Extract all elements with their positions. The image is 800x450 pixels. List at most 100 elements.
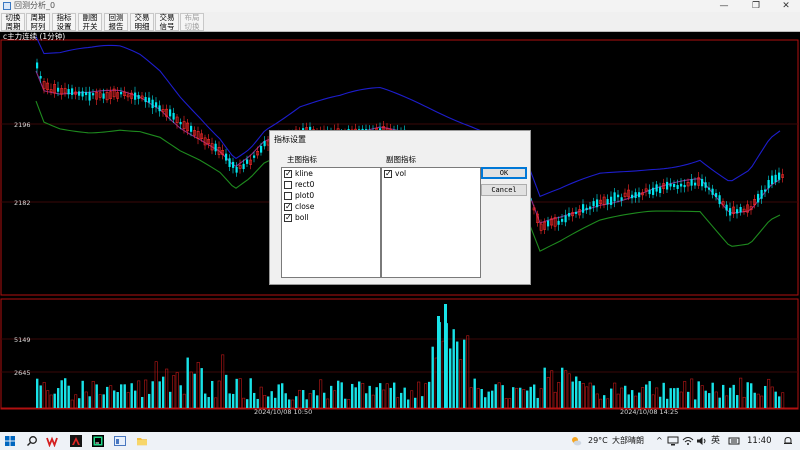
volume-bar	[141, 396, 144, 408]
volume-bar	[284, 393, 287, 408]
weather-desc[interactable]: 大部晴朗	[612, 432, 644, 450]
candle-body	[232, 161, 235, 168]
volume-bar	[424, 383, 428, 409]
candle-body	[666, 181, 669, 190]
backtest-app-icon[interactable]	[114, 435, 126, 447]
ime-indicator[interactable]: 英	[711, 432, 720, 450]
volume-bar	[211, 380, 214, 408]
candle-body	[561, 218, 564, 222]
volume-bar	[74, 394, 78, 409]
sub-indicator-list[interactable]: ✓ vol	[381, 167, 481, 278]
maximize-button[interactable]: ❐	[741, 0, 771, 12]
indicator-item-rect0[interactable]: rect0	[282, 179, 380, 190]
volume-bar	[742, 396, 746, 409]
volume-bar	[67, 385, 70, 408]
candle-body	[57, 87, 60, 92]
volume-bar	[193, 373, 196, 408]
indicator-item-boll[interactable]: ✓ boll	[282, 212, 380, 223]
minimize-button[interactable]: —	[709, 0, 739, 12]
volume-bar	[708, 393, 711, 408]
pycharm-icon[interactable]	[92, 435, 104, 447]
checkbox-rect0[interactable]	[284, 181, 292, 189]
candle-body	[690, 179, 693, 186]
app-a-icon[interactable]	[70, 435, 82, 447]
volume-bar	[592, 385, 595, 408]
notification-bell-icon[interactable]	[782, 435, 794, 447]
volume-bar	[120, 384, 123, 408]
switch-period-button[interactable]: 切换 周期	[1, 13, 25, 31]
volume-bar	[557, 382, 561, 409]
weather-icon[interactable]	[570, 435, 582, 447]
volume-bar	[561, 367, 564, 408]
volume-bars	[36, 304, 785, 409]
candle-body	[739, 207, 742, 213]
search-icon[interactable]	[26, 435, 38, 447]
indicator-item-close[interactable]: ✓ close	[282, 201, 380, 212]
network-icon[interactable]	[667, 435, 679, 447]
volume-bar	[634, 395, 638, 409]
sub-chart-toggle-button[interactable]: 副图 开关	[78, 13, 102, 31]
volume-bar	[298, 389, 302, 409]
volume-bar	[403, 387, 406, 408]
checkbox-plot0[interactable]	[284, 192, 292, 200]
item-label: kline	[295, 169, 313, 178]
volume-bar	[130, 383, 133, 408]
candle-body	[582, 204, 585, 213]
ok-button[interactable]: OK	[481, 167, 527, 179]
checkbox-vol[interactable]: ✓	[384, 170, 392, 178]
main-indicator-list[interactable]: ✓ kline rect0 plot0 ✓ close ✓ boll	[281, 167, 381, 278]
volume-bar	[480, 389, 483, 408]
indicator-item-vol[interactable]: ✓ vol	[382, 168, 480, 179]
backtest-report-button[interactable]: 回测 报告	[104, 13, 128, 31]
indicator-item-plot0[interactable]: plot0	[282, 190, 380, 201]
candle-body	[575, 211, 578, 214]
volume-bar	[512, 387, 515, 408]
button-line: 信号	[159, 21, 175, 31]
trade-detail-button[interactable]: 交易 明细	[130, 13, 154, 31]
layout-switch-button[interactable]: 布局 切换	[180, 13, 204, 31]
chevron-up-icon[interactable]: ^	[656, 432, 663, 450]
weather-temp[interactable]: 29°C	[588, 432, 608, 450]
volume-bar	[84, 391, 88, 409]
speaker-icon[interactable]	[696, 435, 708, 447]
volume-bar	[606, 398, 610, 409]
wps-icon[interactable]	[46, 435, 58, 448]
candle-body	[190, 125, 193, 132]
volume-bar	[154, 361, 158, 409]
checkbox-close[interactable]: ✓	[284, 203, 292, 211]
volume-bar	[361, 382, 365, 409]
item-label: plot0	[295, 191, 315, 200]
checkbox-kline[interactable]: ✓	[284, 170, 292, 178]
time-axis-label: 2024/10/08 10:50	[254, 408, 312, 416]
candle-body	[158, 105, 161, 112]
volume-bar	[714, 391, 718, 409]
cancel-button[interactable]: Cancel	[481, 184, 527, 196]
windows-icon[interactable]	[4, 435, 16, 447]
volume-bar	[88, 396, 91, 408]
checkbox-boll[interactable]: ✓	[284, 214, 292, 222]
screen: 回测分析_0 — ❐ ✕ 切换 周期 周期 阿列 指标 设置 副图 开关 回测 报告 交易…	[0, 0, 800, 450]
volume-bar	[274, 397, 277, 408]
vol-tick-label: 5149	[14, 336, 31, 344]
candle-body	[246, 159, 249, 164]
file-explorer-icon[interactable]	[136, 435, 148, 447]
wifi-icon[interactable]	[682, 435, 694, 447]
indicator-item-kline[interactable]: ✓ kline	[282, 168, 380, 179]
clock[interactable]: 11:40	[747, 432, 772, 450]
item-label: rect0	[295, 180, 315, 189]
volume-bar	[687, 391, 690, 408]
close-button[interactable]: ✕	[771, 0, 800, 12]
volume-bar	[319, 379, 323, 409]
candle-body	[214, 143, 217, 152]
volume-bar	[526, 390, 529, 408]
button-line: 开关	[82, 21, 98, 31]
button-line: 切换	[184, 21, 200, 31]
volume-bar	[238, 378, 242, 409]
indicator-settings-button[interactable]: 指标 设置	[52, 13, 76, 31]
volume-bar	[113, 390, 116, 408]
period-list-button[interactable]: 周期 阿列	[26, 13, 50, 31]
trade-signal-button[interactable]: 交易 信号	[155, 13, 179, 31]
volume-bar	[186, 357, 189, 408]
ime-mode-icon[interactable]	[728, 435, 740, 447]
candle-body	[617, 194, 620, 198]
